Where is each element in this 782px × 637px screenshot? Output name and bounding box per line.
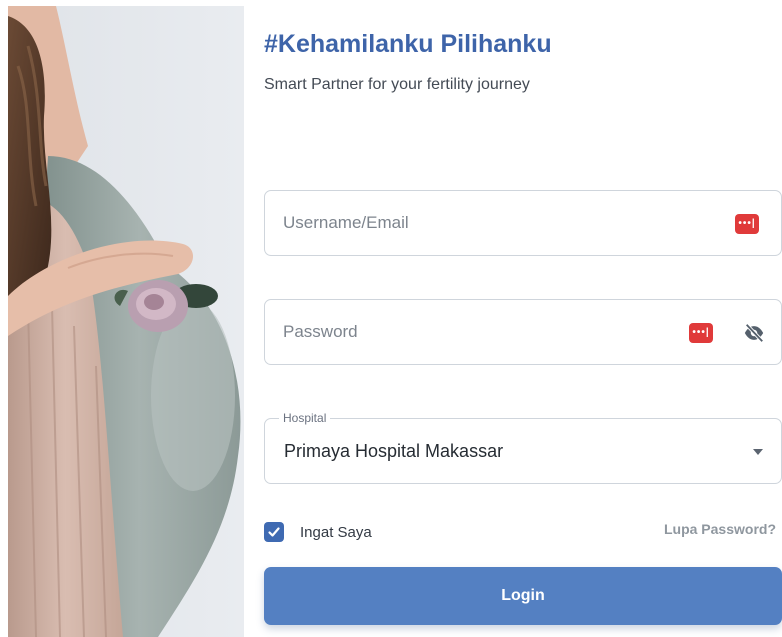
hospital-selected-value: Primaya Hospital Makassar [284, 441, 504, 461]
password-field: •••| [264, 299, 782, 365]
hospital-select[interactable]: Hospital Primaya Hospital Makassar [264, 410, 782, 484]
username-field: •••| [264, 190, 782, 256]
password-manager-icon[interactable]: •••| [689, 323, 713, 343]
remember-me[interactable]: Ingat Saya [264, 521, 372, 543]
brand-title: #Kehamilanku Pilihanku [264, 30, 552, 58]
login-form-panel: #Kehamilanku Pilihanku Smart Partner for… [264, 0, 782, 637]
login-page: #Kehamilanku Pilihanku Smart Partner for… [0, 0, 782, 637]
remember-checkbox[interactable] [264, 522, 284, 542]
hero-photo [8, 6, 244, 637]
caret-down-icon[interactable] [753, 449, 763, 455]
hospital-label: Hospital [279, 410, 331, 426]
username-input[interactable] [265, 191, 781, 255]
login-button[interactable]: Login [264, 567, 782, 625]
password-manager-icon[interactable]: •••| [735, 214, 759, 234]
eye-off-icon[interactable] [743, 322, 765, 344]
remember-label: Ingat Saya [300, 523, 372, 541]
pregnant-woman-illustration [8, 6, 244, 637]
forgot-password-link[interactable]: Lupa Password? [664, 521, 776, 537]
brand-subtitle: Smart Partner for your fertility journey [264, 76, 530, 93]
check-icon [268, 527, 280, 537]
